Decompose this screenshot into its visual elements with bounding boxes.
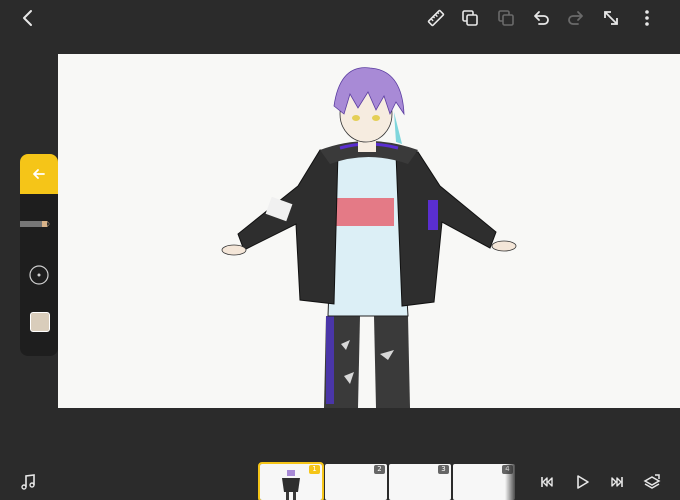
skip-back-icon bbox=[541, 477, 553, 487]
back-button[interactable] bbox=[14, 4, 42, 32]
play-icon bbox=[577, 475, 589, 489]
brush-size-icon bbox=[29, 265, 49, 285]
redo-button[interactable] bbox=[562, 4, 590, 32]
timeline-frame[interactable]: 1 bbox=[258, 462, 324, 500]
chevron-left-icon bbox=[23, 10, 32, 26]
more-button[interactable] bbox=[633, 4, 661, 32]
music-note-icon bbox=[21, 474, 35, 490]
timeline-frame[interactable]: 3 bbox=[389, 464, 451, 500]
frame-number: 2 bbox=[374, 465, 385, 474]
music-button[interactable] bbox=[14, 468, 42, 496]
character-drawing bbox=[221, 67, 517, 408]
first-frame-button[interactable] bbox=[533, 468, 561, 496]
pencil-tool[interactable] bbox=[20, 216, 58, 232]
drawing-canvas[interactable] bbox=[58, 54, 680, 408]
timeline-fade bbox=[505, 464, 517, 500]
paste-frame-button[interactable] bbox=[492, 4, 520, 32]
collapse-panel-button[interactable] bbox=[20, 154, 58, 194]
pencil-icon bbox=[20, 221, 50, 227]
arrow-left-icon bbox=[33, 169, 45, 179]
tool-panel bbox=[20, 154, 58, 356]
fullscreen-icon bbox=[604, 11, 618, 25]
play-button[interactable] bbox=[568, 468, 596, 496]
layers-button[interactable] bbox=[638, 468, 666, 496]
skip-forward-icon bbox=[611, 477, 623, 487]
undo-button[interactable] bbox=[527, 4, 555, 32]
ruler-button[interactable] bbox=[422, 4, 450, 32]
more-icon bbox=[645, 10, 649, 26]
fullscreen-button[interactable] bbox=[597, 4, 625, 32]
copy-frame-icon bbox=[462, 10, 478, 26]
color-swatch-button[interactable] bbox=[30, 312, 50, 332]
redo-icon bbox=[568, 11, 583, 25]
undo-icon bbox=[534, 11, 549, 25]
layers-icon bbox=[643, 474, 661, 489]
timeline-frame[interactable]: 2 bbox=[325, 464, 387, 500]
frame-number: 3 bbox=[438, 465, 449, 474]
brush-size-button[interactable] bbox=[28, 264, 50, 286]
ruler-icon bbox=[427, 9, 445, 27]
paste-frame-icon bbox=[498, 10, 514, 26]
last-frame-button[interactable] bbox=[603, 468, 631, 496]
frame-number: 1 bbox=[309, 465, 320, 474]
copy-frame-button[interactable] bbox=[456, 4, 484, 32]
